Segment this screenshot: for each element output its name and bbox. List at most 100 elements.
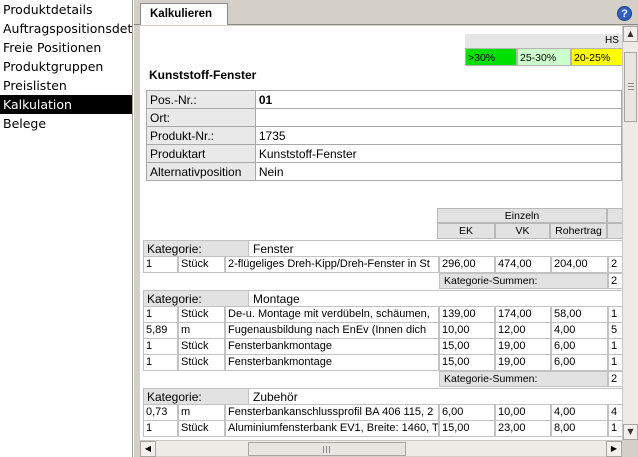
legend-over-30: >30% <box>465 48 517 66</box>
grip-line <box>628 86 634 87</box>
cell-qty: 1 <box>143 257 178 273</box>
cell-description: 2-flügeliges Dreh-Kipp/Dreh-Fenster in S… <box>225 257 439 273</box>
produktart-label: Produktart <box>146 144 256 163</box>
grip-line <box>329 446 330 453</box>
help-icon[interactable]: ? <box>617 6 632 21</box>
tab-bar: Kalkulieren ? <box>134 0 638 25</box>
cell-qty: 1 <box>143 421 178 437</box>
category-label: Kategorie: <box>143 388 249 405</box>
ort-value <box>254 108 622 127</box>
sidebar: Produktdetails Auftragspositionsdet Frei… <box>0 0 133 457</box>
cell-qty: 1 <box>143 355 178 371</box>
calculation-content: HS >30% 25-30% 20-25% Kunststoff-Fenster… <box>140 26 622 440</box>
sidebar-item-freie-positionen[interactable]: Freie Positionen <box>0 38 132 57</box>
cell-description: De-u. Montage mit verdübeln, schäumen, <box>225 307 439 323</box>
cell-qty: 0,73 <box>143 405 178 421</box>
category-label: Kategorie: <box>143 240 249 257</box>
category-name-text: Montage <box>253 292 300 306</box>
column-rohertrag[interactable]: Rohertrag <box>550 223 607 239</box>
scroll-right-icon[interactable]: ▶ <box>606 441 622 457</box>
produkt-nr-label: Produkt-Nr.: <box>146 126 256 145</box>
legend-25-30: 25-30% <box>517 48 571 66</box>
cell-qty: 1 <box>143 307 178 323</box>
category-name-text: Fenster <box>253 242 294 256</box>
category-sum-value: 2 <box>608 273 622 289</box>
cell-next: 1 <box>608 355 622 371</box>
scroll-up-icon[interactable]: ▲ <box>623 26 638 42</box>
column-vk[interactable]: VK <box>495 223 550 239</box>
cell-unit: Stück <box>178 257 225 273</box>
cell-vk: 474,00 <box>495 257 551 273</box>
cell-ek: 15,00 <box>439 421 495 437</box>
category-name: Zubehör <box>249 388 622 405</box>
cell-description: Fensterbankmontage <box>225 339 439 355</box>
sidebar-item-produktdetails[interactable]: Produktdetails <box>0 0 132 19</box>
cell-vk: 19,00 <box>495 339 551 355</box>
grip-line <box>323 446 324 453</box>
category-name: Montage <box>249 290 622 307</box>
sidebar-item-belege[interactable]: Belege <box>0 114 132 133</box>
sidebar-item-auftragspositionsdetails[interactable]: Auftragspositionsdet <box>0 19 132 38</box>
legend-20-25: 20-25% <box>571 48 622 66</box>
cell-rohertrag: 4,00 <box>551 405 608 421</box>
horizontal-scrollbar[interactable]: ◀ ▶ <box>140 440 622 457</box>
grip-line <box>326 446 327 453</box>
cell-vk: 10,00 <box>495 405 551 421</box>
cell-next: 2 <box>608 257 622 273</box>
cell-next: 1 <box>608 339 622 355</box>
cell-unit: m <box>178 405 225 421</box>
category-label: Kategorie: <box>143 290 249 307</box>
produkt-nr-value: 1735 <box>254 126 622 145</box>
category-name: Fenster <box>249 240 622 257</box>
cell-next: 4 <box>608 405 622 421</box>
cell-rohertrag: 58,00 <box>551 307 608 323</box>
cell-unit: Stück <box>178 339 225 355</box>
tab-kalkulieren[interactable]: Kalkulieren <box>140 3 228 25</box>
cell-vk: 174,00 <box>495 307 551 323</box>
category-sum-label: Kategorie-Summen: <box>439 371 608 387</box>
cell-unit: m <box>178 323 225 339</box>
cell-ek: 139,00 <box>439 307 495 323</box>
product-info-table: Pos.-Nr.: 01 Ort: Produkt-Nr.: 1735 Prod… <box>146 90 622 181</box>
cell-description: Fugenausbildung nach EnEv (Innen dich <box>225 323 439 339</box>
alternativposition-value: Nein <box>254 162 622 181</box>
horizontal-scroll-thumb[interactable] <box>248 442 406 456</box>
cell-rohertrag: 4,00 <box>551 323 608 339</box>
cell-vk: 19,00 <box>495 355 551 371</box>
scroll-left-icon[interactable]: ◀ <box>140 441 156 457</box>
cell-next: 1 <box>608 307 622 323</box>
margin-legend-header: HS <box>465 34 622 48</box>
ort-label: Ort: <box>146 108 256 127</box>
scrollbar-corner <box>622 440 638 456</box>
cell-rohertrag: 8,00 <box>551 421 608 437</box>
category-name-text: Zubehör <box>253 390 298 404</box>
vertical-scroll-thumb[interactable] <box>624 52 637 122</box>
produktart-value: Kunststoff-Fenster <box>254 144 622 163</box>
main-panel: Kalkulieren ? HS >30% 25-30% 20-25% Kuns… <box>134 0 638 457</box>
cell-next: 1 <box>608 421 622 437</box>
cell-ek: 296,00 <box>439 257 495 273</box>
cell-unit: Stück <box>178 355 225 371</box>
cell-description: Fensterbankmontage <box>225 355 439 371</box>
cell-rohertrag: 204,00 <box>551 257 608 273</box>
sidebar-item-produktgruppen[interactable]: Produktgruppen <box>0 57 132 76</box>
scroll-down-icon[interactable]: ▼ <box>623 424 638 440</box>
grip-line <box>628 89 634 90</box>
group-header-extension <box>607 208 622 223</box>
sidebar-item-preislisten[interactable]: Preislisten <box>0 76 132 95</box>
column-next <box>607 223 622 239</box>
pos-nr-value: 01 <box>254 90 622 109</box>
pos-nr-label: Pos.-Nr.: <box>146 90 256 109</box>
cell-unit: Stück <box>178 307 225 323</box>
vertical-scrollbar[interactable]: ▲ ▼ <box>622 26 638 440</box>
column-ek[interactable]: EK <box>437 223 495 239</box>
grip-line <box>628 83 634 84</box>
sidebar-item-kalkulation[interactable]: Kalkulation <box>0 95 132 114</box>
alternativposition-label: Alternativposition <box>146 162 256 181</box>
einzeln-group-header: Einzeln <box>437 208 607 223</box>
cell-vk: 12,00 <box>495 323 551 339</box>
cell-vk: 23,00 <box>495 421 551 437</box>
cell-next: 5 <box>608 323 622 339</box>
product-title: Kunststoff-Fenster <box>149 68 257 82</box>
cell-unit: Stück <box>178 421 225 437</box>
